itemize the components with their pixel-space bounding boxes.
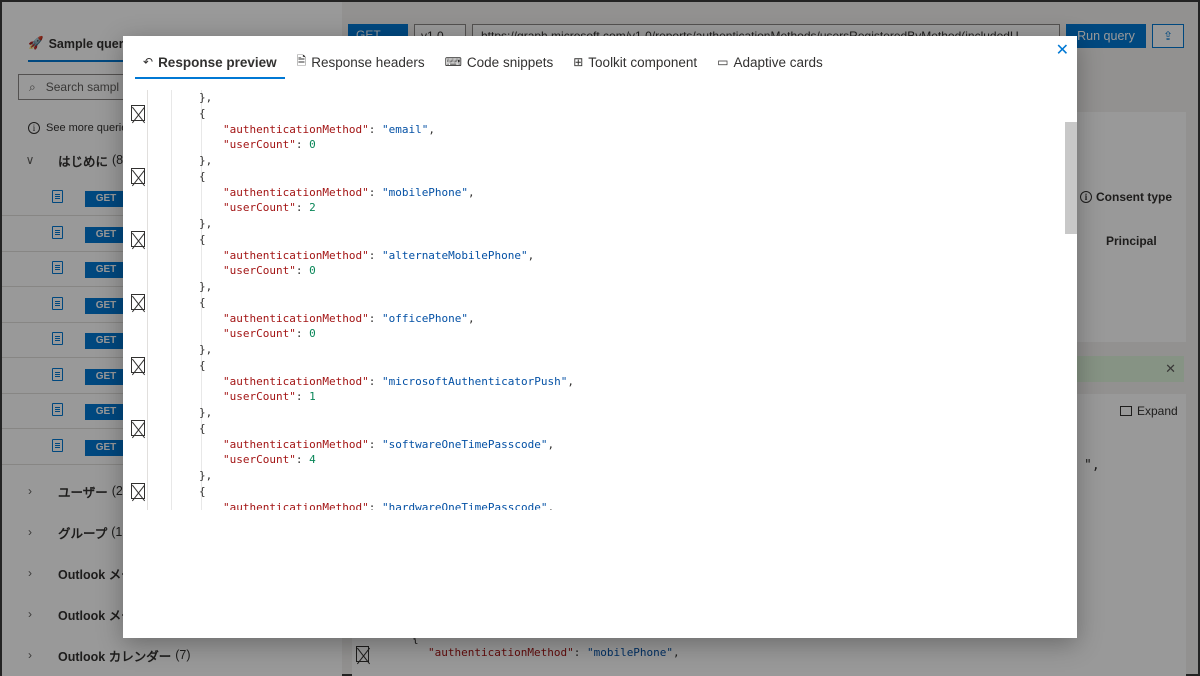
tab-label: Response preview (158, 54, 277, 70)
undo-icon: ↶ (143, 55, 154, 69)
dialog-tabs: ↶ Response preview 🗎 Response headers ⌨ Code … (133, 46, 833, 79)
collapse-icon[interactable] (131, 105, 145, 121)
tab-adaptive-cards[interactable]: ▭ Adaptive cards (707, 46, 833, 78)
code-icon: ⌨ (444, 55, 462, 69)
code-line: "authenticationMethod": "microsoftAuthen… (223, 374, 575, 388)
collapse-icon[interactable] (131, 420, 145, 436)
code-line: "authenticationMethod": "hardwareOneTime… (223, 500, 555, 511)
code-line: { (199, 484, 206, 498)
collapse-icon[interactable] (131, 168, 145, 184)
code-line: "authenticationMethod": "alternateMobile… (223, 248, 535, 262)
code-line: "userCount": 1 (223, 390, 316, 404)
code-line: "userCount": 0 (223, 138, 316, 152)
code-line: { (199, 421, 206, 435)
code-line: "userCount": 2 (223, 201, 316, 215)
response-preview-dialog: ✕ ↶ Response preview 🗎 Response headers ⌨ Cod… (123, 36, 1077, 638)
json-editor[interactable]: }, { "authenticationMethod": "email", "user… (123, 90, 1077, 510)
code-line: "userCount": 4 (223, 453, 316, 467)
code-line: }, (199, 280, 213, 293)
collapse-icon[interactable] (131, 294, 145, 310)
gutter-divider (147, 90, 148, 510)
code-line: }, (199, 406, 213, 419)
tab-label: Toolkit component (588, 54, 698, 70)
code-line: { (199, 106, 206, 120)
scrollbar[interactable] (1065, 122, 1077, 510)
code-line: }, (199, 154, 213, 167)
tab-label: Response headers (311, 54, 425, 70)
tab-response-headers[interactable]: 🗎 Response headers (287, 46, 435, 78)
collapse-icon[interactable] (131, 231, 145, 247)
code-line: "authenticationMethod": "mobilePhone", (223, 185, 475, 199)
code-line: "authenticationMethod": "softwareOneTime… (223, 437, 555, 451)
indent-guide (171, 90, 172, 510)
tab-code-snippets[interactable]: ⌨ Code snippets (435, 46, 564, 78)
code-line: }, (199, 469, 213, 482)
code-line: "userCount": 0 (223, 327, 316, 341)
tab-label: Code snippets (466, 54, 554, 70)
code-line: }, (199, 343, 213, 356)
tab-label: Adaptive cards (733, 54, 823, 70)
close-icon[interactable]: ✕ (1056, 40, 1069, 60)
code-line: { (199, 169, 206, 183)
tab-response-preview[interactable]: ↶ Response preview (133, 46, 287, 79)
code-line: { (199, 358, 206, 372)
tab-toolkit-component[interactable]: ⊞ Toolkit component (563, 46, 707, 78)
code-line: { (199, 295, 206, 309)
code-line: }, (199, 217, 213, 230)
toolkit-icon: ⊞ (573, 55, 584, 69)
collapse-icon[interactable] (131, 357, 145, 373)
code-line: "userCount": 0 (223, 264, 316, 278)
code-line: "authenticationMethod": "officePhone", (223, 311, 475, 325)
code-line: { (199, 232, 206, 246)
collapse-icon[interactable] (131, 483, 145, 499)
code-line: }, (199, 91, 213, 104)
card-icon: ▭ (717, 55, 729, 69)
document-icon: 🗎 (296, 53, 307, 68)
code-line: "authenticationMethod": "email", (223, 122, 435, 136)
scrollbar-thumb[interactable] (1065, 122, 1077, 234)
